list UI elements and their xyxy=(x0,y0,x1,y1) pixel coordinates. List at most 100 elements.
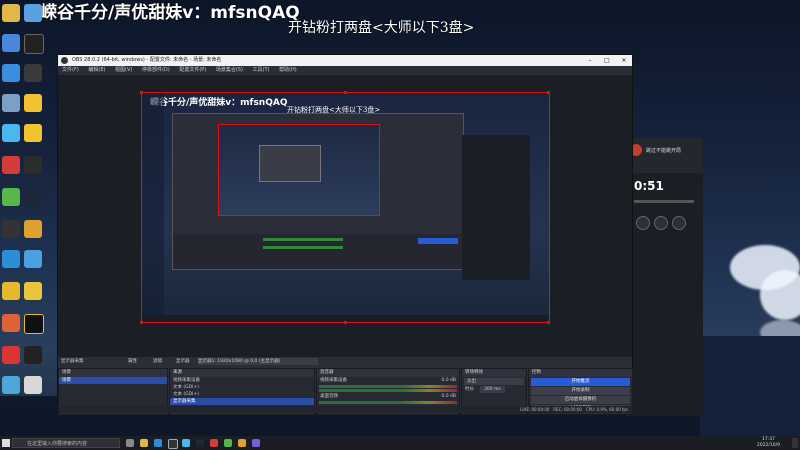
app-icon[interactable] xyxy=(24,346,42,364)
resize-handle[interactable] xyxy=(344,91,347,94)
menu-help[interactable]: 帮助(H) xyxy=(279,67,297,73)
obs-taskbar-icon[interactable] xyxy=(168,439,178,449)
app-icon[interactable] xyxy=(24,314,44,334)
game-control-icon[interactable] xyxy=(654,216,668,230)
qq-icon[interactable] xyxy=(2,124,20,142)
menu-view[interactable]: 视图(V) xyxy=(115,67,132,73)
menu-tools[interactable]: 工具(T) xyxy=(253,67,270,73)
obs-logo-icon xyxy=(61,57,68,64)
source-toolbar: 显示器采集 属性 滤镜 显示器 显示器1: 1920x1080 @ 0,0 (主… xyxy=(58,357,632,367)
task-view-icon[interactable] xyxy=(126,439,134,447)
filters-button[interactable]: 滤镜 xyxy=(153,357,162,367)
geforce-icon[interactable] xyxy=(2,188,20,206)
uu-icon[interactable] xyxy=(2,282,20,300)
notification-icon[interactable] xyxy=(792,438,798,448)
app-taskbar-icon[interactable] xyxy=(210,439,218,447)
resize-handle[interactable] xyxy=(344,321,347,324)
transition-select[interactable]: 淡出 xyxy=(464,378,524,385)
game-header: 跳过不能跳开局 xyxy=(628,138,703,173)
app-taskbar-icon[interactable] xyxy=(238,439,246,447)
close-icon[interactable]: ✕ xyxy=(616,55,632,66)
app-icon[interactable] xyxy=(24,282,42,300)
edge-icon[interactable] xyxy=(154,439,162,447)
resize-handle[interactable] xyxy=(547,321,550,324)
desktop: 嵘谷千分/声优甜妹v：mfsnQAQ 开钻粉打两盘<大师以下3盘> 跳过不能跳开… xyxy=(0,0,800,450)
edge-icon[interactable] xyxy=(2,64,20,82)
start-virtual-camera-button[interactable]: 启动虚拟摄像机 xyxy=(531,396,630,404)
app-icon[interactable] xyxy=(24,124,42,142)
obs-titlebar[interactable]: OBS 28.0.2 (64-bit, windows) - 配置文件: 未命名… xyxy=(58,55,632,66)
app-icon[interactable] xyxy=(24,94,42,112)
match-label: 跳过不能跳开局 xyxy=(646,148,682,154)
app-icon[interactable] xyxy=(2,346,20,364)
obs-window[interactable]: OBS 28.0.2 (64-bit, windows) - 配置文件: 未命名… xyxy=(57,54,633,415)
nested-meter xyxy=(263,238,343,241)
source-item[interactable]: 视频采集设备 xyxy=(170,377,314,384)
match-timer: 0:51 xyxy=(634,179,664,193)
start-icon[interactable] xyxy=(2,439,10,447)
game-control-icon[interactable] xyxy=(672,216,686,230)
resize-handle[interactable] xyxy=(547,91,550,94)
progress-track xyxy=(634,200,694,203)
game-control-icon[interactable] xyxy=(636,216,650,230)
nested-stream-button xyxy=(418,238,458,244)
duration-input[interactable]: 300 ms xyxy=(480,386,505,393)
menu-file[interactable]: 文件(F) xyxy=(62,67,79,73)
clock-date: 2022/10/9 xyxy=(756,443,780,448)
source-item[interactable]: 文本 (GDI+) xyxy=(170,391,314,398)
source-item[interactable]: 文本 (GDI+) xyxy=(170,384,314,391)
taskbar-search-input[interactable]: 在这里输入你要搜索的内容 xyxy=(12,438,120,448)
app-icon[interactable] xyxy=(24,64,42,82)
obs-icon[interactable] xyxy=(2,220,20,238)
app-icon[interactable] xyxy=(24,220,42,238)
steam-icon[interactable] xyxy=(24,188,42,206)
start-recording-button[interactable]: 开始录制 xyxy=(531,387,630,395)
app-icon[interactable] xyxy=(24,376,42,394)
steam-taskbar-icon[interactable] xyxy=(196,439,204,447)
menu-docks[interactable]: 停靠部件(D) xyxy=(142,67,170,73)
properties-button[interactable]: 属性 xyxy=(128,357,137,367)
app-icon[interactable] xyxy=(24,4,42,22)
taskbar: 在这里输入你要搜索的内容 17:37 2022/10/9 xyxy=(0,436,800,450)
edge-icon[interactable] xyxy=(2,250,20,268)
menu-scene-collection[interactable]: 场景集合(S) xyxy=(216,67,243,73)
taskbar-clock[interactable]: 17:37 2022/10/9 xyxy=(757,437,780,449)
qq-taskbar-icon[interactable] xyxy=(182,439,190,447)
maximize-icon[interactable]: □ xyxy=(599,55,615,66)
this-pc-icon[interactable] xyxy=(2,34,20,52)
nested-docks xyxy=(173,234,463,269)
mixer-channel-label: 视频采集设备 xyxy=(320,378,347,383)
display-label: 显示器 xyxy=(176,359,190,364)
minimize-icon[interactable]: – xyxy=(582,55,598,66)
mixer-channel-label: 桌面音频 xyxy=(320,394,338,399)
obs-window-title: OBS 28.0.2 (64-bit, windows) - 配置文件: 未命名… xyxy=(72,57,222,63)
netease-music-icon[interactable] xyxy=(2,156,20,174)
file-explorer-icon[interactable] xyxy=(140,439,148,447)
menu-profile[interactable]: 配置文件(P) xyxy=(179,67,206,73)
app-icon[interactable] xyxy=(2,314,20,332)
preview-capture[interactable]: 嵘谷千分/声优甜妹v：mfsnQAQ 开钻粉打两盘<大师以下3盘> xyxy=(141,92,550,323)
recycle-bin-icon[interactable] xyxy=(2,4,20,22)
app-taskbar-icon[interactable] xyxy=(224,439,232,447)
app-icon[interactable] xyxy=(24,156,42,174)
app-taskbar-icon[interactable] xyxy=(252,439,260,447)
app-icon[interactable] xyxy=(2,376,20,394)
display-select[interactable]: 显示器1: 1920x1080 @ 0,0 (主显示器) xyxy=(198,358,318,365)
control-panel-icon[interactable] xyxy=(2,94,20,112)
obs-preview[interactable]: 嵘谷千分/声优甜妹v：mfsnQAQ 开钻粉打两盘<大师以下3盘> xyxy=(58,75,632,357)
game-window[interactable]: 跳过不能跳开局 0:51 xyxy=(627,138,703,416)
app-icon[interactable] xyxy=(24,34,44,54)
resize-handle[interactable] xyxy=(140,91,143,94)
volume-meter xyxy=(319,385,457,388)
scene-item[interactable]: 场景 xyxy=(59,377,167,384)
resize-handle[interactable] xyxy=(140,321,143,324)
volume-slider[interactable] xyxy=(319,389,457,392)
nested-meter xyxy=(263,246,343,249)
menu-edit[interactable]: 编辑(E) xyxy=(88,67,105,73)
start-streaming-button[interactable]: 开始推流 xyxy=(531,378,630,386)
stream-title: 嵘谷千分/声优甜妹v：mfsnQAQ xyxy=(40,3,300,23)
app-icon[interactable] xyxy=(24,250,42,268)
mixer-channel-name: 视频采集设备 0.0 dB xyxy=(317,377,459,384)
source-item[interactable]: 显示器采集 xyxy=(170,398,314,405)
controls-dock-title: 控制 xyxy=(529,369,632,377)
